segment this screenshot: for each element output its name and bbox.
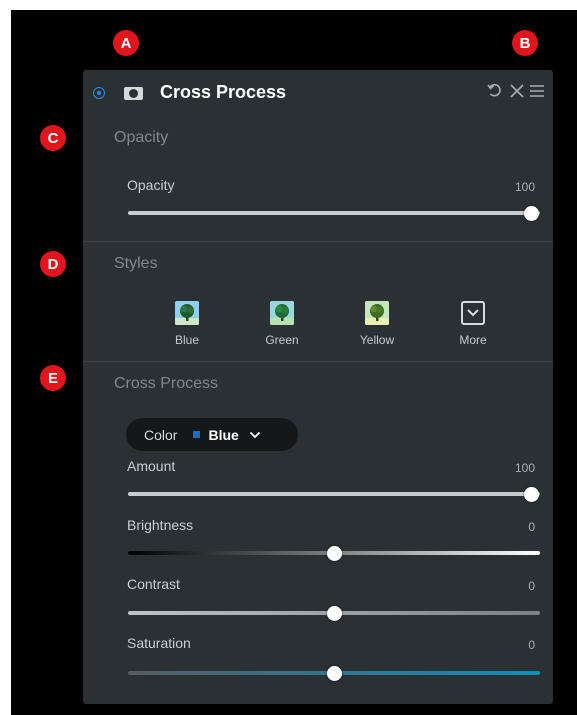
- saturation-value[interactable]: 0: [475, 638, 535, 652]
- section-divider: [83, 361, 553, 362]
- saturation-label: Saturation: [127, 635, 191, 651]
- amount-slider-track[interactable]: [128, 492, 540, 496]
- chevron-down-icon: [249, 431, 261, 439]
- section-divider: [83, 241, 553, 242]
- opacity-label: Opacity: [127, 177, 175, 193]
- filter-title: Cross Process: [160, 82, 287, 102]
- more-styles-label: More: [459, 333, 487, 347]
- color-dropdown-value: Blue: [208, 426, 239, 443]
- amount-slider-thumb[interactable]: [524, 487, 539, 502]
- opacity-value[interactable]: 100: [475, 180, 535, 194]
- style-label-yellow: Yellow: [359, 333, 395, 347]
- style-label-blue: Blue: [174, 333, 200, 347]
- style-preset-yellow[interactable]: Yellow: [347, 301, 407, 347]
- saturation-slider-thumb[interactable]: [327, 666, 342, 681]
- color-swatch: [193, 431, 201, 438]
- brightness-value[interactable]: 0: [475, 520, 535, 534]
- contrast-slider-thumb[interactable]: [327, 606, 342, 621]
- opacity-slider-track[interactable]: [128, 211, 540, 215]
- color-dropdown[interactable]: Color Blue: [126, 418, 298, 451]
- section-title-styles[interactable]: Styles: [114, 255, 158, 273]
- contrast-label: Contrast: [127, 576, 180, 592]
- section-title-cross-process[interactable]: Cross Process: [114, 375, 218, 393]
- tree-thumbnail-icon: [270, 301, 294, 325]
- style-preset-green[interactable]: Green: [252, 301, 312, 347]
- close-icon[interactable]: [509, 83, 525, 103]
- callout-marker-e: E: [40, 365, 66, 391]
- color-dropdown-label: Color: [144, 426, 178, 443]
- section-title-opacity[interactable]: Opacity: [114, 129, 168, 147]
- enable-toggle-icon[interactable]: [93, 87, 105, 99]
- brightness-slider-thumb[interactable]: [327, 546, 342, 561]
- tree-thumbnail-icon: [365, 301, 389, 325]
- style-preset-blue[interactable]: Blue: [157, 301, 217, 347]
- contrast-value[interactable]: 0: [475, 579, 535, 593]
- callout-marker-b: B: [512, 30, 538, 56]
- reset-icon[interactable]: [487, 83, 503, 103]
- opacity-slider-thumb[interactable]: [524, 206, 539, 221]
- callout-marker-d: D: [40, 251, 66, 277]
- chevron-down-icon: [461, 301, 485, 325]
- mask-icon[interactable]: [124, 87, 143, 100]
- menu-icon[interactable]: [529, 83, 545, 103]
- callout-marker-c: C: [40, 125, 66, 151]
- tree-thumbnail-icon: [175, 301, 199, 325]
- amount-value[interactable]: 100: [475, 461, 535, 475]
- callout-marker-a: A: [113, 30, 139, 56]
- more-styles-button[interactable]: More: [443, 301, 503, 347]
- style-label-green: Green: [265, 333, 299, 347]
- brightness-label: Brightness: [127, 517, 194, 533]
- amount-label: Amount: [127, 458, 176, 474]
